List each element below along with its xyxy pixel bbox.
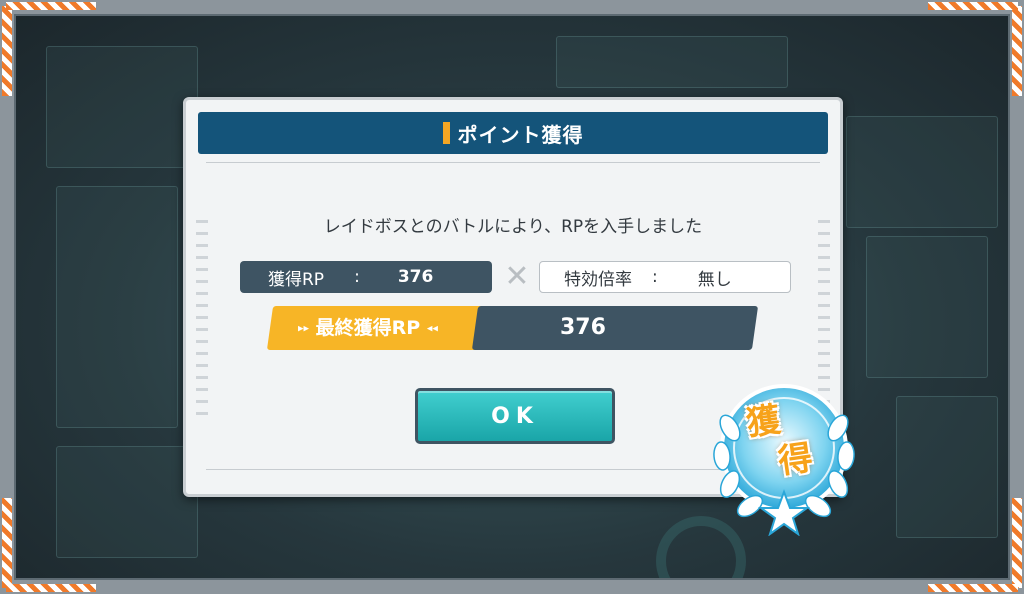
earned-rp-label: 獲得RP: [268, 269, 325, 290]
final-rp-bar: ▸▸ 最終獲得RP ◂◂ 376: [266, 306, 759, 350]
bg-panel: [56, 186, 178, 428]
earned-rp-value: 376: [397, 267, 434, 287]
hazard-stripe: [2, 6, 12, 96]
final-rp-value-bg: [471, 306, 759, 350]
title-accent-bar: [442, 122, 450, 144]
bonus-multiplier-label: 特効倍率: [564, 269, 632, 290]
bonus-multiplier-box: 特効倍率 : 無し: [539, 261, 791, 293]
hazard-stripe: [6, 2, 96, 10]
times-icon: ✕: [504, 259, 530, 294]
arrow-left-icon: ◂◂: [426, 321, 438, 335]
final-rp-value: 376: [560, 315, 606, 340]
arrow-right-icon: ▸▸: [298, 321, 310, 335]
acquired-emblem: 獲 得: [700, 368, 868, 537]
final-rp-label-wrap: ▸▸ 最終獲得RP ◂◂: [298, 306, 438, 350]
ok-button[interactable]: OK: [415, 388, 615, 444]
bg-panel: [866, 236, 988, 378]
bonus-multiplier-separator: :: [652, 267, 658, 287]
final-rp-label: 最終獲得RP: [315, 317, 421, 339]
hazard-stripe: [2, 498, 12, 588]
hazard-stripe: [928, 584, 1018, 592]
bg-panel: [556, 36, 788, 88]
hazard-stripe: [1012, 6, 1022, 96]
result-message: レイドボスとのバトルにより、RPを入手しました: [323, 217, 703, 237]
emblem-char-2: 得: [775, 437, 816, 483]
hazard-stripe: [1012, 498, 1022, 588]
hazard-stripe: [6, 584, 96, 592]
earned-rp-box: 獲得RP : 376: [240, 261, 492, 293]
header-divider: [206, 162, 820, 163]
dialog-header: ポイント獲得: [198, 112, 828, 154]
bg-panel: [56, 446, 198, 558]
side-decoration: [196, 220, 208, 420]
earned-rp-separator: :: [354, 267, 360, 287]
hazard-stripe: [928, 2, 1018, 10]
bg-panel: [896, 396, 998, 538]
bg-panel: [846, 116, 998, 228]
bonus-multiplier-value: 無し: [697, 269, 732, 290]
bg-panel: [46, 46, 198, 168]
dialog-title: ポイント獲得: [457, 122, 584, 147]
